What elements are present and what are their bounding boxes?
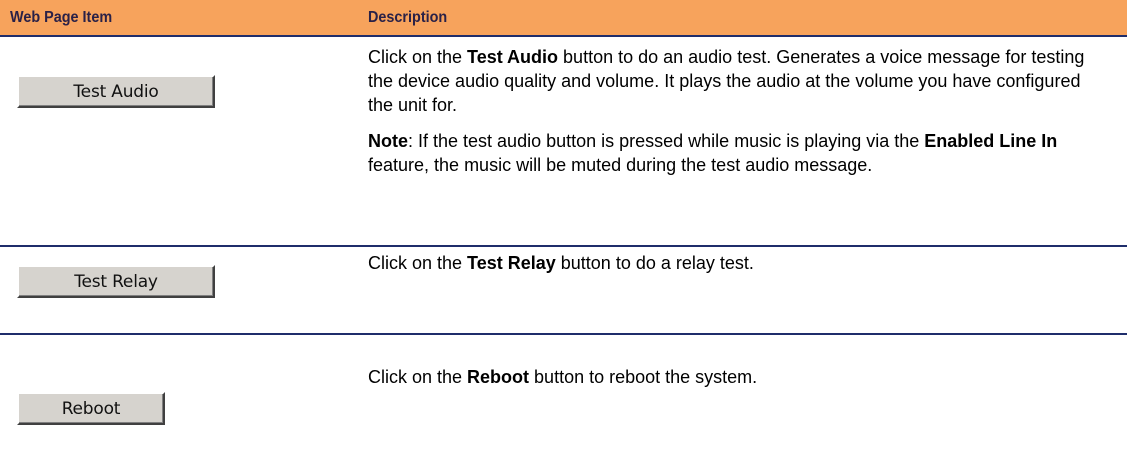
reboot-button[interactable]: Reboot xyxy=(17,392,165,425)
bold-term: Test Relay xyxy=(467,253,556,273)
reboot-description: Click on the Reboot button to reboot the… xyxy=(368,365,1108,389)
test-audio-note-paragraph: Note: If the test audio button is presse… xyxy=(368,129,1108,177)
header-web-page-item: Web Page Item xyxy=(10,9,113,26)
test-relay-button[interactable]: Test Relay xyxy=(17,265,215,298)
text-run: : If the test audio button is pressed wh… xyxy=(408,131,925,151)
header-description: Description xyxy=(368,9,448,26)
test-audio-desc-paragraph: Click on the Test Audio button to do an … xyxy=(368,45,1108,117)
text-run: feature, the music will be muted during … xyxy=(368,155,873,175)
text-run: Click on the xyxy=(368,253,468,273)
reboot-desc-paragraph: Click on the Reboot button to reboot the… xyxy=(368,365,1108,389)
table-row-test-relay: Test Relay Click on the Test Relay butto… xyxy=(0,247,1127,335)
test-relay-desc-paragraph: Click on the Test Relay button to do a r… xyxy=(368,251,1108,275)
test-audio-button[interactable]: Test Audio xyxy=(17,75,215,108)
text-run: button to do a relay test. xyxy=(555,253,754,273)
text-run: button to reboot the system. xyxy=(529,367,758,387)
table-row-test-audio: Test Audio Click on the Test Audio butto… xyxy=(0,37,1127,247)
bold-term: Enabled Line In xyxy=(924,131,1058,151)
table-header: Web Page Item Description xyxy=(0,0,1127,37)
bold-term: Reboot xyxy=(467,367,530,387)
text-run: Click on the xyxy=(368,367,468,387)
test-relay-description: Click on the Test Relay button to do a r… xyxy=(368,251,1108,275)
table-row-reboot: Reboot Click on the Reboot button to reb… xyxy=(0,335,1127,445)
text-run: Click on the xyxy=(368,47,468,67)
test-audio-description: Click on the Test Audio button to do an … xyxy=(368,45,1108,177)
bold-term: Test Audio xyxy=(467,47,559,67)
bold-term: Note xyxy=(368,131,408,151)
